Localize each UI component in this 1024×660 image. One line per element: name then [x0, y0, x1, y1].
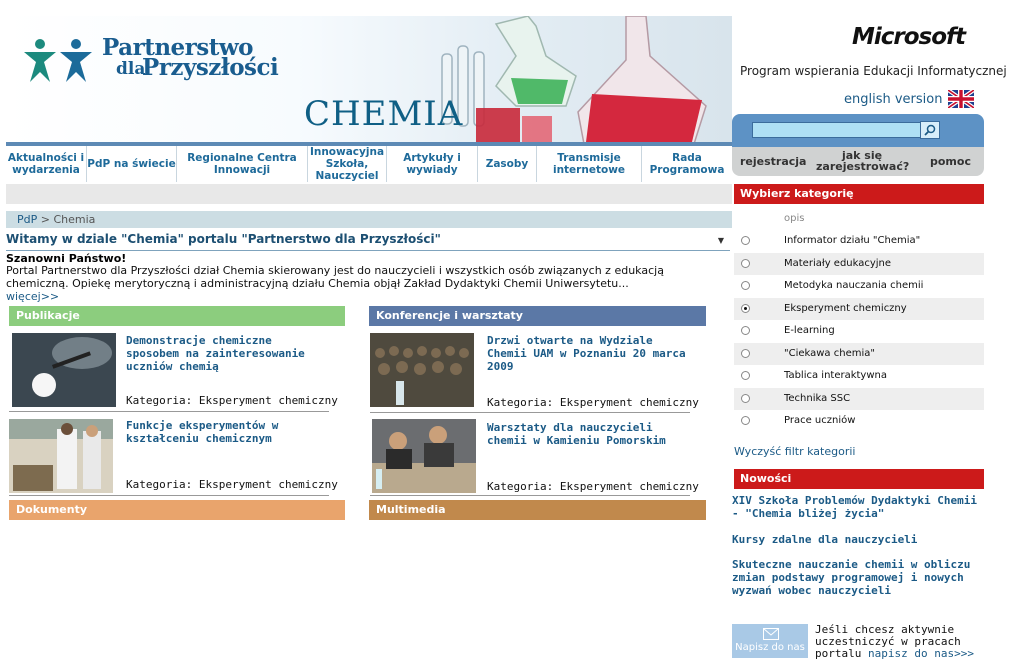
category-radio[interactable] — [741, 348, 750, 358]
logo-text-line2: Przyszłości — [142, 54, 279, 81]
category-item[interactable]: E-learning — [734, 320, 984, 342]
expand-arrow-icon[interactable]: ▼ — [718, 236, 724, 245]
search-input[interactable] — [752, 122, 924, 138]
category-label: Prace uczniów — [784, 415, 856, 426]
publication-thumbnail-2[interactable] — [9, 419, 113, 493]
write-to-us-link[interactable]: napisz do nas>>> — [868, 647, 974, 660]
category-label: Eksperyment chemiczny — [784, 302, 907, 314]
search-panel — [732, 114, 984, 147]
category-radio[interactable] — [741, 258, 750, 268]
category-label: Informator działu "Chemia" — [784, 235, 921, 246]
item-separator — [9, 495, 329, 496]
publication-thumbnail-1[interactable] — [12, 333, 116, 407]
workshop-photo-icon — [372, 419, 476, 493]
news-header: Nowości — [734, 469, 984, 489]
publication-title-1[interactable]: Demonstracje chemiczne sposobem na zaint… — [126, 334, 330, 373]
register-link[interactable]: rejestracja — [740, 155, 806, 168]
category-item[interactable]: Informator działu "Chemia" — [734, 230, 984, 252]
news-item[interactable]: Kursy zdalne dla nauczycieli — [732, 533, 986, 546]
english-version-link[interactable]: english version — [844, 92, 942, 107]
category-item[interactable]: Tablica interaktywna — [734, 365, 984, 387]
intro-text: Portal Partnerstwo dla Przyszłości dział… — [6, 264, 664, 290]
category-radio[interactable] — [741, 326, 750, 335]
welcome-heading[interactable]: Witamy w dziale "Chemia" portalu "Partne… — [6, 232, 730, 251]
how-to-register-link[interactable]: jak się zarejestrować? — [816, 150, 909, 172]
breadcrumb-current: Chemia — [53, 213, 96, 226]
category-item[interactable]: Technika SSC — [734, 387, 984, 410]
nav-item-pdp-world[interactable]: PdP na świecie — [87, 146, 177, 182]
contact-text: Jeśli chcesz aktywnie uczestniczyć w pra… — [815, 623, 974, 660]
category-radio[interactable] — [741, 236, 750, 245]
search-button[interactable] — [920, 121, 940, 139]
conference-title-2[interactable]: Warsztaty dla nauczycieli chemii w Kamie… — [487, 421, 697, 447]
nav-item-innovative-school[interactable]: Innowacyjna Szkoła, Nauczyciel — [308, 146, 387, 182]
logo-text-dla: dla — [116, 59, 146, 79]
category-radio[interactable] — [741, 393, 750, 403]
conference-title-1[interactable]: Drzwi otwarte na Wydziale Chemii UAM w P… — [487, 334, 697, 373]
conference-category-2: Kategoria: Eksperyment chemiczny — [487, 480, 699, 493]
item-separator — [370, 495, 690, 496]
breadcrumb-home[interactable]: PdP — [17, 213, 37, 226]
category-label: Technika SSC — [784, 392, 851, 404]
logo-figures-icon — [24, 39, 92, 82]
category-label: Metodyka nauczania chemii — [784, 280, 924, 291]
publication-category-2: Kategoria: Eksperyment chemiczny — [126, 478, 338, 491]
category-label: "Ciekawa chemia" — [784, 347, 875, 359]
category-label: Materiały edukacyjne — [784, 257, 892, 269]
category-item[interactable]: "Ciekawa chemia" — [734, 342, 984, 365]
breadcrumb-separator: > — [40, 213, 50, 226]
nav-item-resources[interactable]: Zasoby — [478, 146, 537, 182]
publications-header[interactable]: Publikacje — [9, 306, 345, 326]
categories-header: Wybierz kategorię — [734, 184, 984, 204]
uk-flag-icon[interactable] — [948, 90, 974, 108]
ms-program-text: Program wspierania Edukacji Informatyczn… — [740, 64, 1007, 78]
publication-category-1: Kategoria: Eksperyment chemiczny — [126, 394, 338, 407]
category-radio[interactable] — [741, 371, 750, 380]
experiment-photo-icon — [12, 333, 116, 407]
search-icon — [924, 124, 936, 136]
conference-thumbnail-2[interactable] — [372, 419, 476, 493]
item-separator — [370, 412, 690, 413]
lab-photo-icon — [9, 419, 113, 493]
category-item[interactable]: Materiały edukacyjne — [734, 252, 984, 275]
nav-item-regional-centers[interactable]: Regionalne Centra Innowacji — [177, 146, 308, 182]
audience-photo-icon — [370, 333, 474, 407]
more-link[interactable]: więcej>> — [6, 290, 59, 303]
category-item[interactable]: Metodyka nauczania chemii — [734, 275, 984, 297]
category-item[interactable]: Eksperyment chemiczny — [734, 297, 984, 320]
conferences-header[interactable]: Konferencje i warsztaty — [369, 306, 706, 326]
help-link[interactable]: pomoc — [930, 155, 971, 168]
breadcrumb: PdP > Chemia — [6, 211, 732, 228]
nav-item-articles[interactable]: Artykuły i wywiady — [387, 146, 478, 182]
news-item[interactable]: XIV Szkoła Problemów Dydaktyki Chemii - … — [732, 494, 986, 520]
category-radio[interactable] — [741, 416, 750, 425]
publication-title-2[interactable]: Funkcje eksperymentów w kształceniu chem… — [126, 419, 330, 445]
clear-filter-link[interactable]: Wyczyść filtr kategorii — [734, 445, 855, 458]
category-radio[interactable] — [741, 281, 750, 290]
nav-spacer-bar — [6, 184, 732, 204]
nav-item-program-council[interactable]: Rada Programowa — [642, 146, 732, 182]
main-nav: Aktualności i wydarzenia PdP na świecie … — [6, 146, 732, 182]
nav-item-news[interactable]: Aktualności i wydarzenia — [6, 146, 87, 182]
conference-category-1: Kategoria: Eksperyment chemiczny — [487, 396, 699, 409]
category-label: E-learning — [784, 325, 835, 336]
section-title: CHEMIA — [304, 94, 464, 134]
documents-header[interactable]: Dokumenty — [9, 500, 345, 520]
item-separator — [9, 411, 329, 412]
microsoft-logo: Microsoft — [852, 24, 966, 50]
category-radio[interactable] — [741, 303, 750, 313]
category-item[interactable]: Prace uczniów — [734, 410, 984, 432]
write-to-us-button[interactable]: Napisz do nas — [732, 624, 808, 658]
multimedia-header[interactable]: Multimedia — [369, 500, 706, 520]
nav-item-broadcasts[interactable]: Transmisje internetowe — [537, 146, 642, 182]
envelope-icon — [763, 628, 779, 640]
categories-column-header: opis — [784, 213, 805, 224]
header-banner: Partnerstwo dla Przyszłości CHEMIA — [6, 16, 732, 144]
news-item[interactable]: Skuteczne nauczanie chemii w obliczu zmi… — [732, 558, 986, 597]
category-label: Tablica interaktywna — [784, 370, 887, 381]
conference-thumbnail-1[interactable] — [370, 333, 474, 407]
login-bar: rejestracja jak się zarejestrować? pomoc — [732, 147, 984, 176]
